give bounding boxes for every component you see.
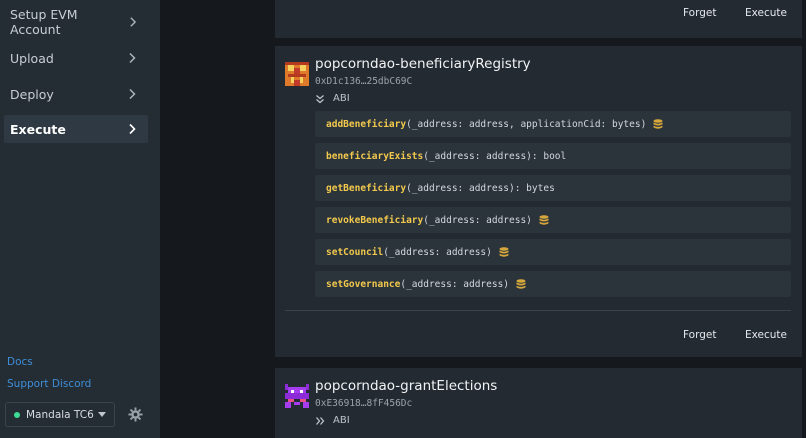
method-set-council[interactable]: setCouncil (_address: address): [315, 239, 791, 265]
nav-item-label: Execute: [10, 121, 66, 137]
method-name: addBeneficiary: [326, 118, 407, 130]
method-signature: (_address: address, applicationCid: byte…: [406, 118, 647, 130]
contract-card-beneficiary-registry: popcorndao-beneficiaryRegistry 0xD1c136……: [275, 46, 802, 357]
method-signature: (_address: address): [423, 214, 532, 226]
support-discord-link[interactable]: Support Discord: [7, 378, 91, 390]
contract-identicon-icon: [285, 384, 309, 408]
method-signature: (_address: address): [383, 246, 492, 258]
method-revoke-beneficiary[interactable]: revokeBeneficiary (_address: address): [315, 207, 791, 233]
double-chevron-right-icon: [316, 416, 325, 425]
nav-item-upload[interactable]: Upload: [4, 44, 148, 72]
contract-name: popcorndao-beneficiaryRegistry: [315, 56, 531, 72]
caret-down-icon: [98, 412, 106, 417]
method-signature: (_address: address): [400, 278, 510, 290]
contract-identicon-icon: [285, 62, 309, 86]
abi-label: ABI: [333, 93, 350, 104]
network-select[interactable]: Mandala TC6: [5, 402, 115, 427]
method-beneficiary-exists[interactable]: beneficiaryExists (_address: address): bo…: [315, 143, 791, 169]
method-name: getBeneficiary: [326, 182, 407, 194]
method-get-beneficiary[interactable]: getBeneficiary (_address: address): bytes: [315, 175, 791, 201]
contract-address: 0xD1c136…25dbC69C: [315, 76, 413, 87]
status-dot-icon: [14, 411, 20, 418]
contract-card-previous: Forget Execute: [275, 0, 802, 38]
nav-item-label: Upload: [10, 50, 54, 66]
chevron-right-icon: [129, 17, 136, 27]
method-name: revokeBeneficiary: [326, 214, 424, 226]
contract-address: 0xE36918…8fF456Dc: [315, 398, 413, 409]
sidebar: Setup EVM Account Upload Deploy Execute …: [0, 0, 160, 438]
abi-label: ABI: [333, 415, 350, 426]
nav-item-execute[interactable]: Execute: [4, 115, 148, 143]
chevron-right-icon: [129, 88, 136, 100]
network-select-value: Mandala TC6: [26, 408, 94, 421]
method-name: beneficiaryExists: [326, 150, 424, 162]
nav-item-setup-evm-account[interactable]: Setup EVM Account: [4, 7, 148, 37]
method-add-beneficiary[interactable]: addBeneficiary (_address: address, applic…: [315, 111, 791, 137]
database-icon: [539, 214, 549, 225]
database-icon: [516, 278, 526, 289]
nav-item-label: Deploy: [10, 86, 54, 102]
nav-item-deploy[interactable]: Deploy: [4, 80, 148, 108]
method-name: setCouncil: [326, 246, 384, 258]
database-icon: [499, 246, 509, 257]
method-signature: (_address: address): bool: [423, 150, 567, 162]
abi-toggle[interactable]: ABI: [315, 415, 350, 426]
contract-card-grant-elections: popcorndao-grantElections 0xE36918…8fF45…: [275, 368, 802, 438]
gear-icon[interactable]: [128, 407, 143, 422]
database-icon: [653, 118, 663, 129]
card-divider: [285, 310, 791, 311]
double-chevron-down-icon: [316, 94, 324, 103]
forget-button[interactable]: Forget: [683, 7, 716, 19]
method-set-governance[interactable]: setGovernance (_address: address): [315, 271, 791, 297]
nav-item-label: Setup EVM Account: [10, 7, 78, 37]
docs-link[interactable]: Docs: [7, 356, 33, 368]
chevron-right-icon: [129, 52, 136, 64]
abi-toggle[interactable]: ABI: [315, 93, 350, 104]
contract-name: popcorndao-grantElections: [315, 378, 498, 394]
execute-button[interactable]: Execute: [745, 329, 787, 341]
execute-button[interactable]: Execute: [745, 7, 787, 19]
method-name: setGovernance: [326, 278, 401, 290]
chevron-right-icon: [129, 123, 136, 135]
method-signature: (_address: address): bytes: [406, 182, 555, 194]
forget-button[interactable]: Forget: [683, 329, 716, 341]
